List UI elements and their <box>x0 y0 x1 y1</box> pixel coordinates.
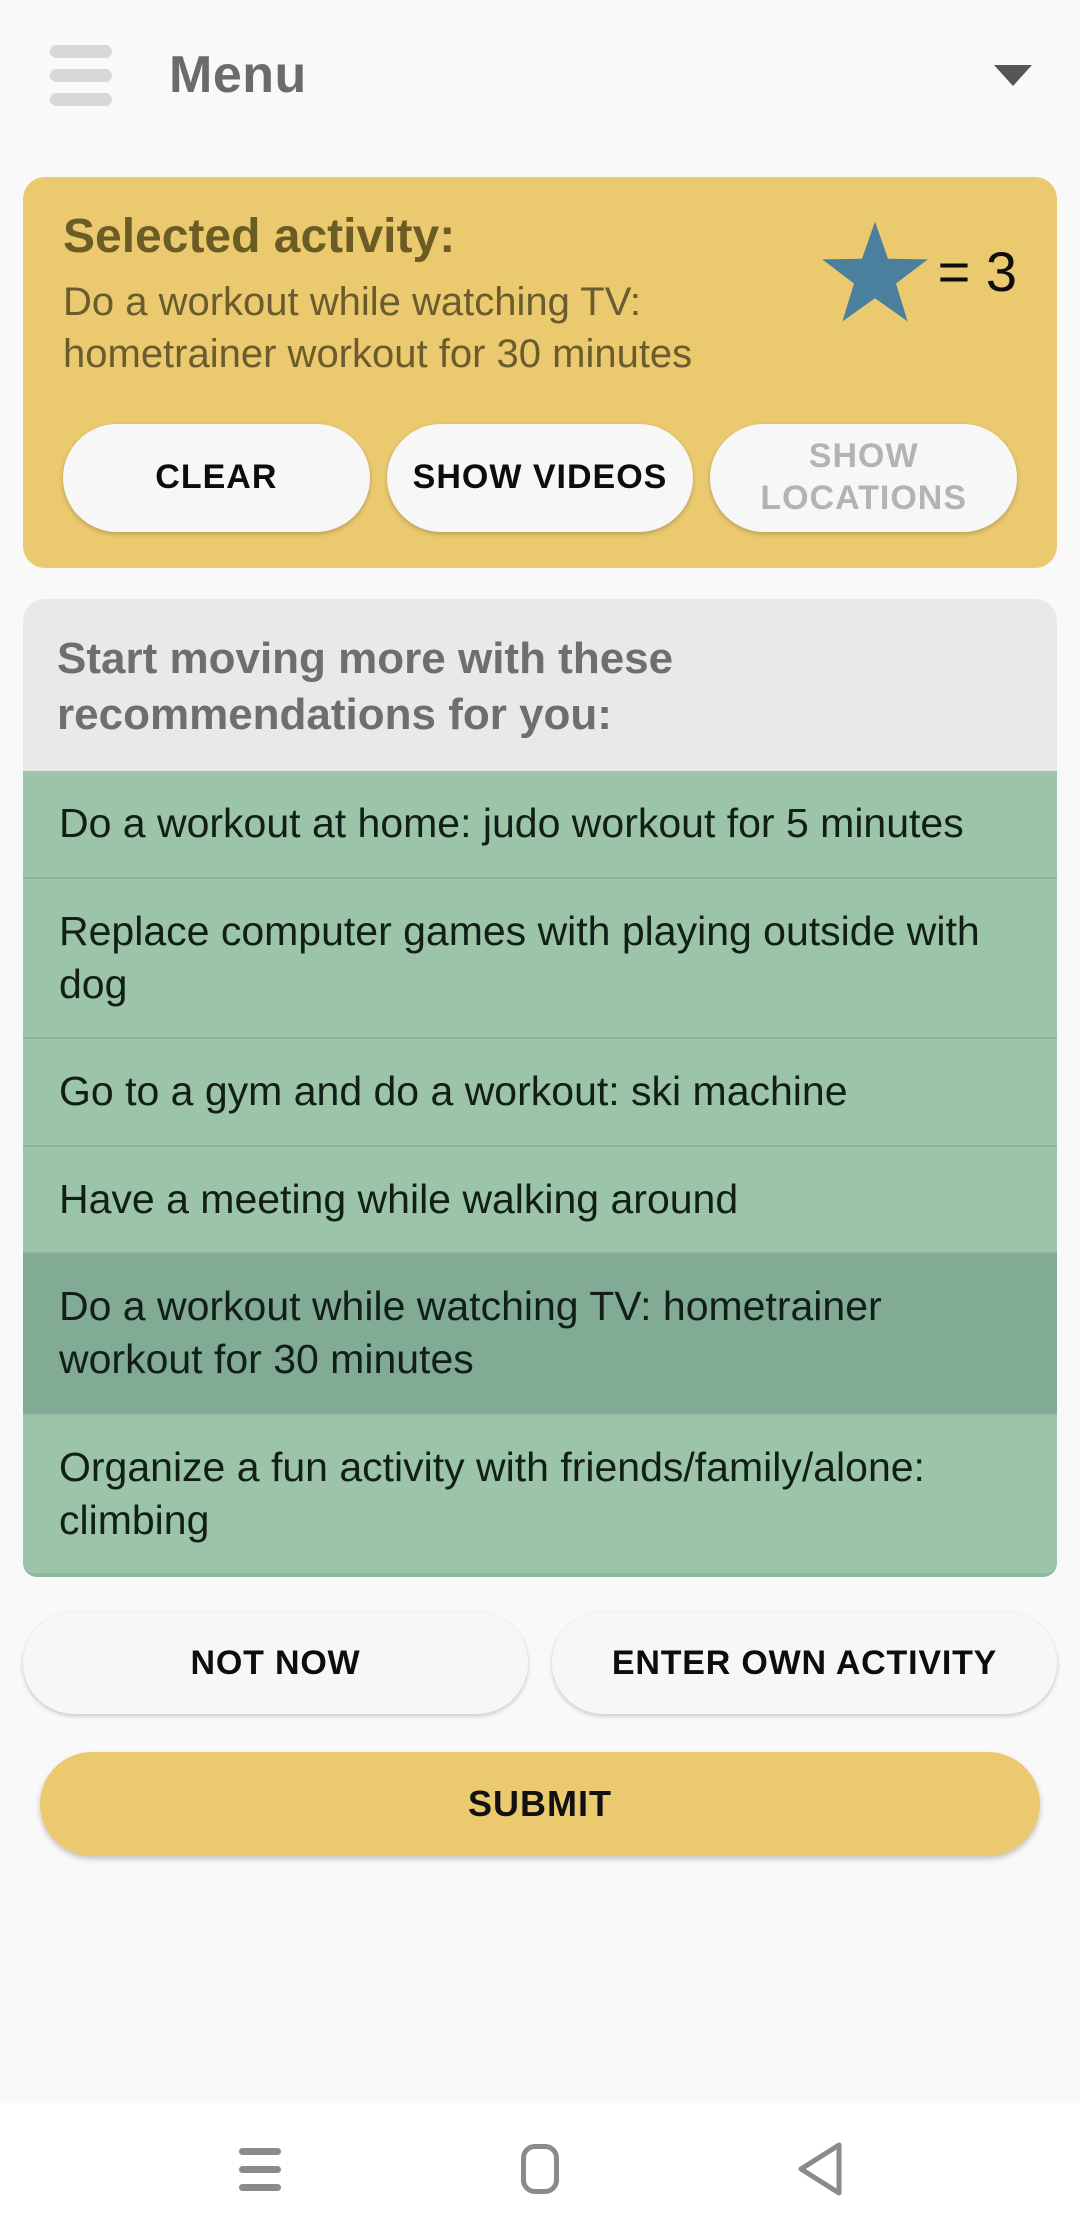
list-item[interactable]: Have a meeting while walking around <box>23 1146 1057 1254</box>
recommendations-section: Start moving more with these recommendat… <box>23 598 1057 1578</box>
hamburger-icon[interactable] <box>50 44 112 106</box>
chevron-down-icon[interactable] <box>994 64 1032 86</box>
list-item[interactable]: Go to a gym and do a workout: ski machin… <box>23 1039 1057 1147</box>
recommendations-header: Start moving more with these recommendat… <box>23 598 1057 772</box>
selected-activity-card: Selected activity: Do a workout while wa… <box>23 177 1057 568</box>
hamburger-line <box>50 68 112 82</box>
hamburger-line <box>50 92 112 106</box>
bottom-actions: NOT NOW ENTER OWN ACTIVITY <box>23 1612 1057 1715</box>
list-item[interactable]: Organize a fun activity with friends/fam… <box>23 1414 1057 1574</box>
android-navigation-bar <box>0 2103 1080 2235</box>
list-item[interactable]: Do a workout at home: judo workout for 5… <box>23 771 1057 879</box>
hamburger-line <box>50 44 112 58</box>
home-icon[interactable] <box>480 2119 600 2219</box>
recents-line <box>239 2165 281 2173</box>
list-item[interactable]: Replace computer games with playing outs… <box>23 878 1057 1040</box>
recents-glyph <box>239 2147 281 2191</box>
app-bar: Menu <box>0 0 1080 150</box>
list-item-selected[interactable]: Do a workout while watching TV: hometrai… <box>23 1253 1057 1415</box>
recommendations-header-text: Start moving more with these recommendat… <box>57 633 674 740</box>
home-glyph <box>521 2144 559 2194</box>
recommendations-list: Do a workout at home: judo workout for 5… <box>23 771 1057 1578</box>
recents-line <box>239 2147 281 2155</box>
back-glyph <box>798 2142 842 2196</box>
app-screen: Menu Selected activity: Do a workout whi… <box>0 0 1080 2235</box>
clear-button[interactable]: CLEAR <box>63 423 370 532</box>
recents-icon[interactable] <box>200 2119 320 2219</box>
points-label: = 3 <box>937 239 1017 303</box>
submit-container: SUBMIT <box>40 1752 1040 1857</box>
show-videos-button[interactable]: SHOW VIDEOS <box>386 423 694 532</box>
selected-activity-top: Selected activity: Do a workout while wa… <box>63 210 1017 380</box>
page-title: Menu <box>169 46 307 104</box>
not-now-button[interactable]: NOT NOW <box>23 1612 528 1715</box>
back-icon[interactable] <box>760 2119 880 2219</box>
selected-activity-description: Do a workout while watching TV: hometrai… <box>63 279 693 376</box>
star-icon <box>821 221 928 322</box>
selected-activity-texts: Selected activity: Do a workout while wa… <box>63 210 820 380</box>
selected-activity-actions: CLEAR SHOW VIDEOS SHOW LOCATIONS <box>63 423 1018 532</box>
recents-line <box>239 2183 281 2191</box>
enter-own-activity-button[interactable]: ENTER OWN ACTIVITY <box>552 1612 1057 1715</box>
points-badge: = 3 <box>820 219 1017 324</box>
selected-activity-heading: Selected activity: <box>63 210 456 263</box>
show-locations-button[interactable]: SHOW LOCATIONS <box>710 423 1018 532</box>
submit-button[interactable]: SUBMIT <box>40 1752 1040 1857</box>
